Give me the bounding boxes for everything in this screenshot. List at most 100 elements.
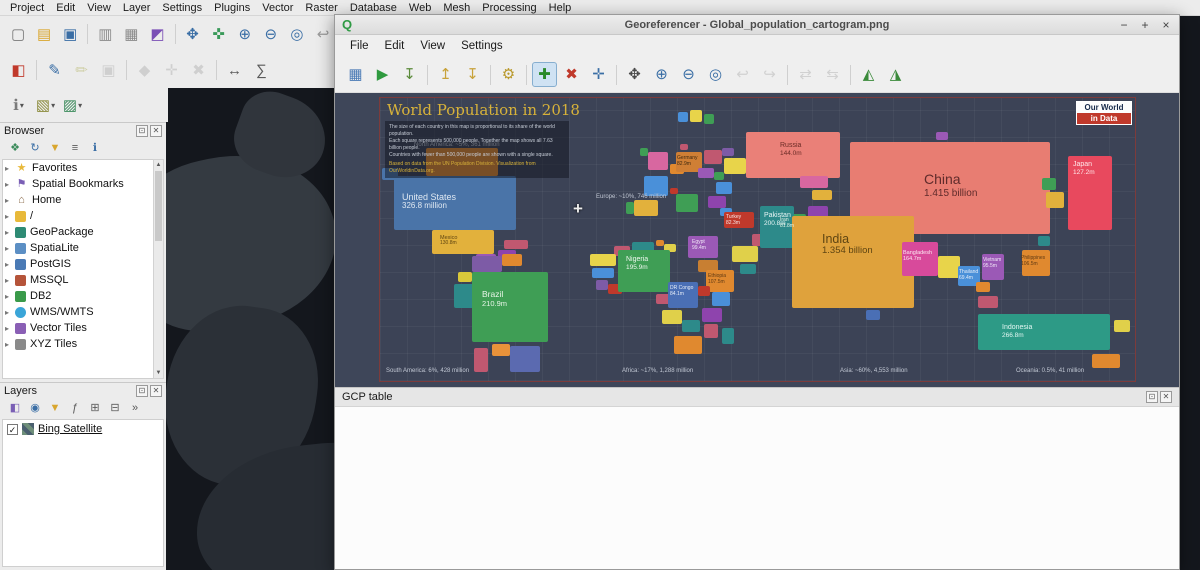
move-gcp-point-button[interactable]: ✛	[586, 62, 611, 87]
browser-item-home[interactable]: ▸⌂Home	[3, 192, 153, 208]
toggle-editing-button[interactable]: ✏	[69, 58, 94, 83]
pan-button[interactable]: ✥	[622, 62, 647, 87]
dropdown-arrow-icon[interactable]: ▾	[20, 101, 24, 110]
browser-collapse-all-button[interactable]: ≡	[66, 140, 84, 156]
zoom-full-button[interactable]: ◎	[285, 22, 309, 47]
browser-float-button[interactable]: ⊡	[136, 125, 148, 137]
full-histogram-stretch-button[interactable]: ◭	[856, 62, 881, 87]
zoom-last-button[interactable]: ↩	[311, 22, 335, 47]
add-point-button[interactable]: ✚	[532, 62, 557, 87]
expand-arrow-icon[interactable]: ▸	[5, 196, 15, 205]
open-raster-button[interactable]: ▦	[343, 62, 368, 87]
style-manager-button[interactable]: ◩	[145, 22, 169, 47]
georeferencer-canvas[interactable]: World Population in 2018 The size of eac…	[335, 93, 1179, 387]
browser-item-geopackage[interactable]: ▸GeoPackage	[3, 224, 153, 240]
expand-arrow-icon[interactable]: ▸	[5, 260, 15, 269]
menu-web[interactable]: Web	[403, 2, 437, 14]
browser-item-item[interactable]: ▸/	[3, 208, 153, 224]
field-calculator-button[interactable]: ∑	[249, 58, 274, 83]
load-gcp-points-button[interactable]: ↥	[433, 62, 458, 87]
expand-all-button[interactable]: ⊞	[86, 400, 104, 416]
browser-item-favorites[interactable]: ▸★Favorites	[3, 160, 153, 176]
browser-item-vector-tiles[interactable]: ▸Vector Tiles	[3, 320, 153, 336]
browser-filter-button[interactable]: ▼	[46, 140, 64, 156]
zoom-to-layer-button[interactable]: ◎	[703, 62, 728, 87]
menu-raster[interactable]: Raster	[299, 2, 343, 14]
select-by-value-button[interactable]: ▨▾	[60, 93, 85, 118]
menu-view[interactable]: View	[412, 40, 453, 52]
menu-file[interactable]: File	[342, 40, 377, 52]
menu-view[interactable]: View	[81, 2, 117, 14]
zoom-last-button[interactable]: ↩	[730, 62, 755, 87]
delete-selected-button[interactable]: ✖	[186, 58, 211, 83]
maximize-button[interactable]: +	[1139, 16, 1151, 34]
delete-point-button[interactable]: ✖	[559, 62, 584, 87]
browser-item-spatial-bookmarks[interactable]: ▸⚑Spatial Bookmarks	[3, 176, 153, 192]
layers-overflow-button[interactable]: »	[126, 400, 144, 416]
layers-close-button[interactable]: ✕	[150, 385, 162, 397]
add-feature-button[interactable]: ◆	[132, 58, 157, 83]
layer-styling-button[interactable]: ◧	[6, 400, 24, 416]
gcp-float-button[interactable]: ⊡	[1146, 391, 1158, 403]
menu-layer[interactable]: Layer	[117, 2, 157, 14]
expand-arrow-icon[interactable]: ▸	[5, 340, 15, 349]
collapse-all-button[interactable]: ⊟	[106, 400, 124, 416]
browser-close-button[interactable]: ✕	[150, 125, 162, 137]
save-layer-edits-button[interactable]: ▣	[96, 58, 121, 83]
current-edits-button[interactable]: ✎	[42, 58, 67, 83]
expand-arrow-icon[interactable]: ▸	[5, 228, 15, 237]
menu-database[interactable]: Database	[344, 2, 403, 14]
pan-map-button[interactable]: ✥	[181, 22, 205, 47]
save-gcp-points-button[interactable]: ↧	[460, 62, 485, 87]
browser-item-wms-wmts[interactable]: ▸WMS/WMTS	[3, 304, 153, 320]
zoom-out-button[interactable]: ⊖	[676, 62, 701, 87]
menu-help[interactable]: Help	[543, 2, 578, 14]
gcp-close-button[interactable]: ✕	[1160, 391, 1172, 403]
transformation-settings-button[interactable]: ⚙	[496, 62, 521, 87]
scroll-up-icon[interactable]: ▲	[154, 160, 163, 170]
zoom-in-button[interactable]: ⊕	[649, 62, 674, 87]
expand-arrow-icon[interactable]: ▸	[5, 164, 15, 173]
filter-legend-button[interactable]: ▼	[46, 400, 64, 416]
expand-arrow-icon[interactable]: ▸	[5, 212, 15, 221]
project-new-button[interactable]: ▢	[6, 22, 30, 47]
expand-arrow-icon[interactable]: ▸	[5, 244, 15, 253]
layer-visibility-checkbox[interactable]: ✓	[7, 424, 18, 435]
minimize-button[interactable]: −	[1118, 16, 1130, 34]
zoom-in-button[interactable]: ⊕	[233, 22, 257, 47]
gcp-table-body[interactable]	[335, 407, 1179, 569]
link-georeferencer-to-qgis-button[interactable]: ⇄	[793, 62, 818, 87]
dropdown-arrow-icon[interactable]: ▾	[51, 101, 55, 110]
zoom-next-button[interactable]: ↪	[757, 62, 782, 87]
scroll-down-icon[interactable]: ▼	[154, 368, 163, 378]
link-qgis-to-georeferencer-button[interactable]: ⇆	[820, 62, 845, 87]
pan-to-selection-button[interactable]: ✜	[207, 22, 231, 47]
vertex-tool-button[interactable]: ✛	[159, 58, 184, 83]
new-print-layout-button[interactable]: ▥	[93, 22, 117, 47]
menu-processing[interactable]: Processing	[476, 2, 542, 14]
generate-gdal-script-button[interactable]: ↧	[397, 62, 422, 87]
browser-add-layers-button[interactable]: ❖	[6, 140, 24, 156]
data-source-manager-button[interactable]: ◧	[6, 58, 31, 83]
expand-arrow-icon[interactable]: ▸	[5, 180, 15, 189]
menu-project[interactable]: Project	[4, 2, 50, 14]
expand-arrow-icon[interactable]: ▸	[5, 324, 15, 333]
menu-settings[interactable]: Settings	[453, 40, 511, 52]
browser-item-mssql[interactable]: ▸MSSQL	[3, 272, 153, 288]
close-button[interactable]: ×	[1160, 16, 1172, 34]
map-themes-button[interactable]: ◉	[26, 400, 44, 416]
measure-line-button[interactable]: ↔	[222, 58, 247, 83]
georeferencer-titlebar[interactable]: Q Georeferencer - Global_population_cart…	[335, 15, 1179, 35]
project-open-button[interactable]: ▤	[32, 22, 56, 47]
identify-features-button[interactable]: ℹ▾	[6, 93, 31, 118]
menu-edit[interactable]: Edit	[377, 40, 413, 52]
cartogram-image[interactable]: World Population in 2018 The size of eac…	[379, 97, 1136, 382]
dropdown-arrow-icon[interactable]: ▾	[78, 101, 82, 110]
browser-item-db2[interactable]: ▸DB2	[3, 288, 153, 304]
menu-vector[interactable]: Vector	[256, 2, 299, 14]
filter-by-expression-button[interactable]: ƒ	[66, 400, 84, 416]
project-save-button[interactable]: ▣	[58, 22, 82, 47]
browser-scrollbar[interactable]: ▲ ▼	[153, 159, 164, 379]
expand-arrow-icon[interactable]: ▸	[5, 292, 15, 301]
menu-plugins[interactable]: Plugins	[208, 2, 256, 14]
